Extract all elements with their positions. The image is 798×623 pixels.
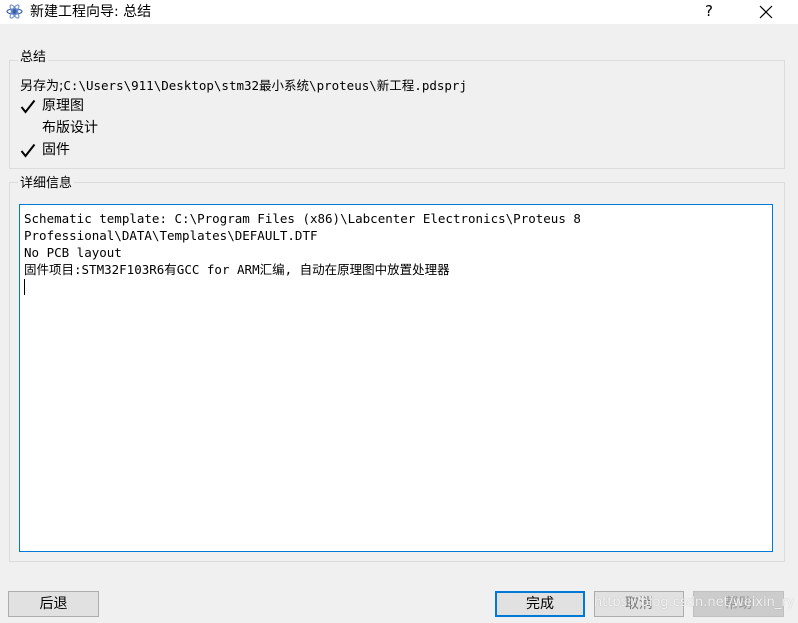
checkmark-icon bbox=[20, 99, 36, 114]
summary-group-title: 总结 bbox=[18, 50, 49, 66]
save-as-label: 另存为; bbox=[20, 79, 64, 94]
close-button[interactable] bbox=[750, 0, 782, 24]
checkmark-icon bbox=[20, 143, 36, 158]
details-text: Schematic template: C:\Program Files (x8… bbox=[24, 211, 581, 277]
back-button[interactable]: 后退 bbox=[8, 591, 99, 617]
details-text-area[interactable]: Schematic template: C:\Program Files (x8… bbox=[19, 204, 773, 552]
save-as-line: 另存为;C:\Users\911\Desktop\stm32最小系统\prote… bbox=[20, 77, 467, 95]
summary-item-label: 原理图 bbox=[42, 98, 84, 114]
help-button[interactable]: 帮助 bbox=[693, 591, 784, 617]
text-caret bbox=[24, 279, 25, 295]
save-as-path: C:\Users\911\Desktop\stm32最小系统\proteus\新… bbox=[63, 78, 467, 93]
finish-button[interactable]: 完成 bbox=[495, 591, 585, 617]
window-title: 新建工程向导: 总结 bbox=[30, 4, 152, 20]
title-bar: 新建工程向导: 总结 ? bbox=[0, 0, 798, 24]
close-icon bbox=[759, 5, 773, 19]
title-help-button[interactable]: ? bbox=[696, 0, 722, 24]
proteus-app-icon bbox=[6, 4, 23, 19]
help-question-icon: ? bbox=[705, 2, 713, 20]
cancel-button[interactable]: 取消 bbox=[594, 591, 684, 617]
summary-item-label: 固件 bbox=[42, 142, 70, 158]
details-group-title: 详细信息 bbox=[18, 176, 75, 192]
summary-item-label: 布版设计 bbox=[42, 120, 98, 136]
